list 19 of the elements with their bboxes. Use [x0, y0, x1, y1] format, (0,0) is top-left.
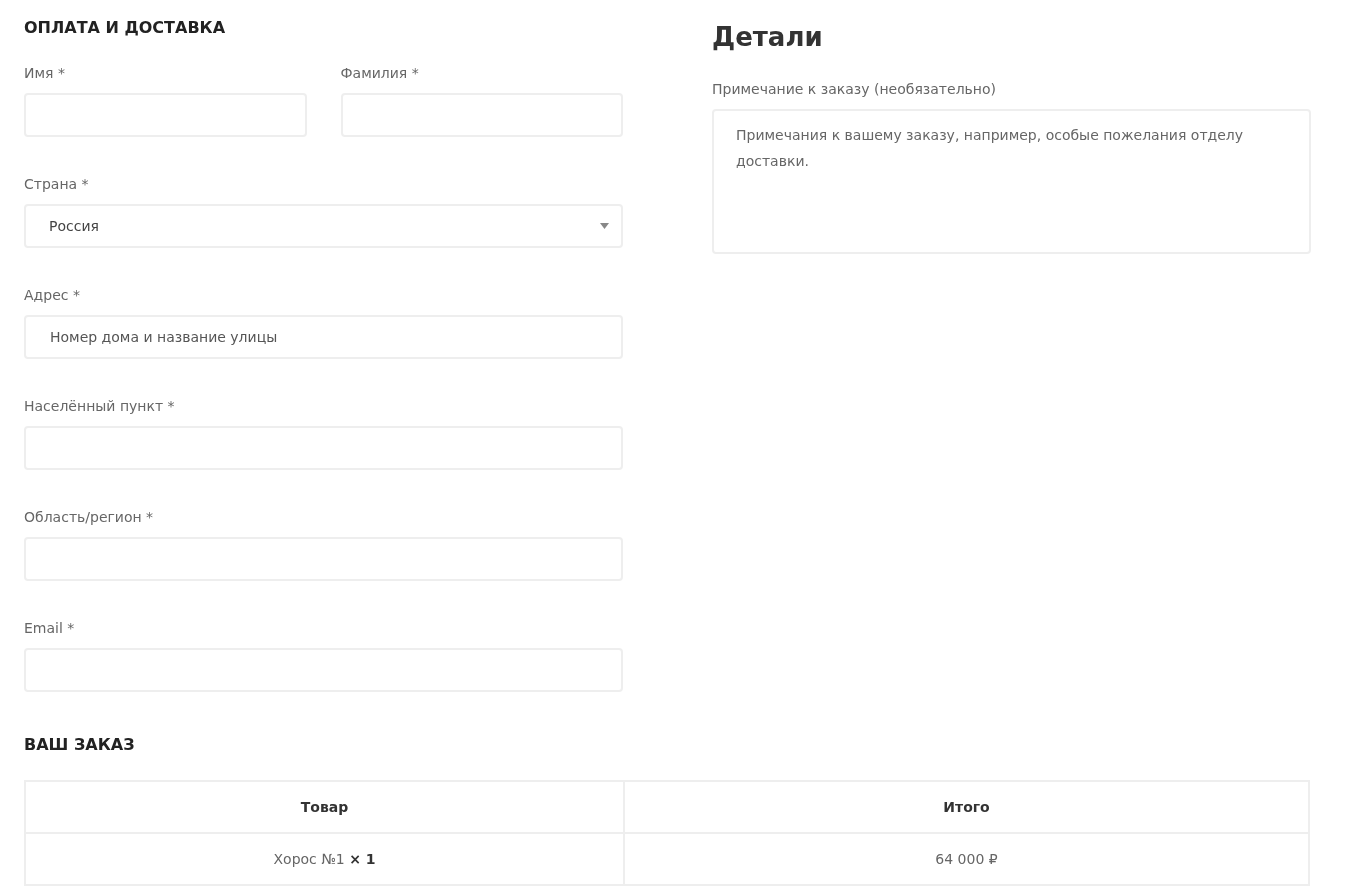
input-field[interactable]: Номер дома и название улицы [24, 315, 623, 359]
field-label: Адрес * [24, 286, 81, 305]
section-title: ОПЛАТА И ДОСТАВКА [24, 17, 227, 39]
field-label: Примечание к заказу (необязательно) [712, 80, 998, 99]
table-cell: 64 000 ₽ [624, 833, 1309, 885]
field-label: Страна * [24, 175, 90, 194]
column-header: Товар [25, 781, 624, 833]
table-cell: Хорос №1 × 1 [25, 833, 624, 885]
field-label: Область/регион * [24, 508, 155, 527]
field-label: Имя * [24, 64, 66, 83]
country-select[interactable]: Россия [24, 204, 623, 248]
caret-icon [600, 223, 609, 229]
notes-field[interactable]: Примечания к вашему заказу, например, особые пожелания отделу доставки. [712, 109, 1311, 254]
field-label: Фамилия * [340, 64, 420, 83]
column-header: Итого [624, 781, 1309, 833]
section-title: ВАШ ЗАКАЗ [24, 734, 136, 756]
field-label: Населённый пункт * [24, 397, 176, 416]
section-title: Детали [712, 21, 824, 54]
field-label: Email * [24, 619, 76, 638]
